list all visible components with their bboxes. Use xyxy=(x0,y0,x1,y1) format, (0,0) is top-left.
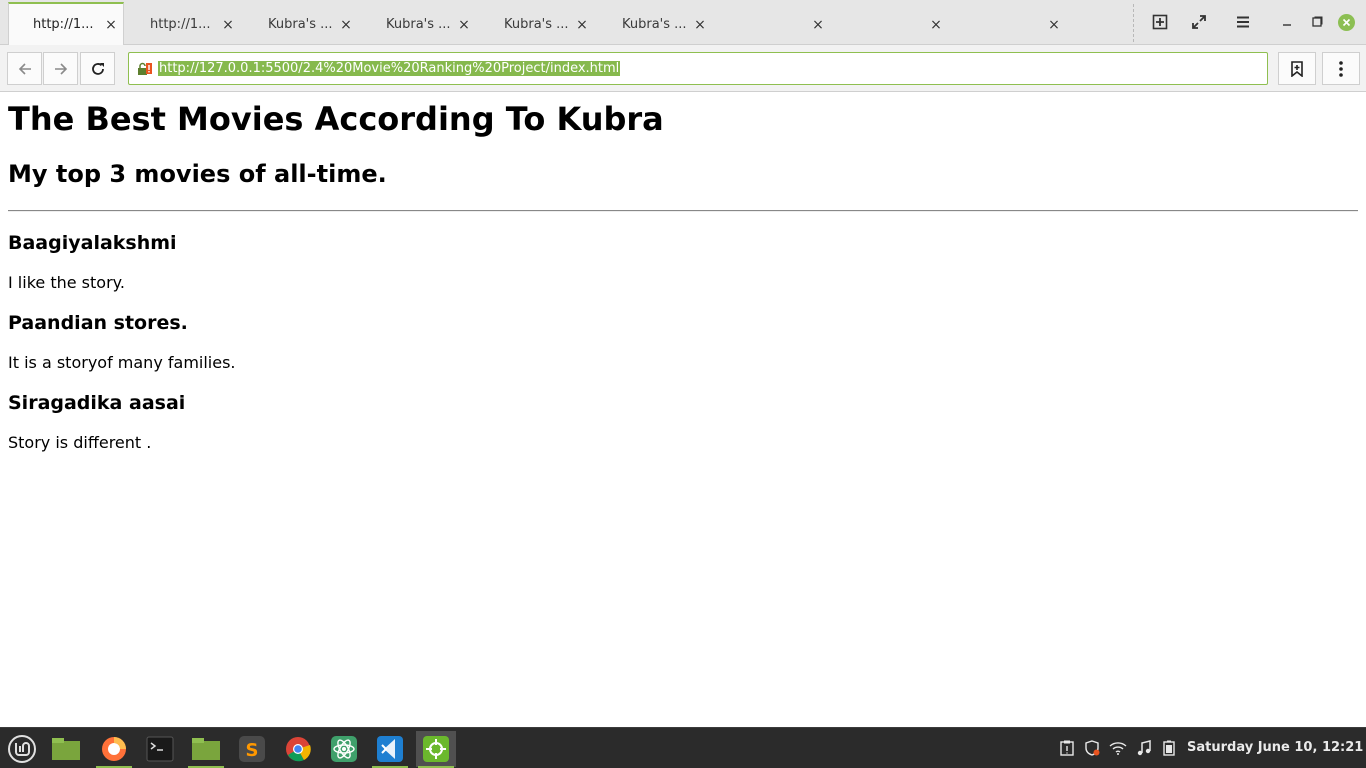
forward-button[interactable] xyxy=(43,52,78,85)
svg-text:S: S xyxy=(246,740,259,761)
bookmark-button[interactable] xyxy=(1278,52,1316,85)
tab-8[interactable]: × xyxy=(834,4,950,45)
reload-icon xyxy=(91,62,104,75)
tab-close-icon[interactable]: × xyxy=(456,17,472,33)
tab-close-icon[interactable]: × xyxy=(103,17,119,33)
navigation-bar: http://127.0.0.1:5500/2.4%20Movie%20Rank… xyxy=(0,45,1366,92)
music-icon[interactable] xyxy=(1135,739,1153,757)
tab-close-icon[interactable]: × xyxy=(692,17,708,33)
sublime-text-icon[interactable]: S xyxy=(232,731,272,767)
movie-title: Paandian stores. xyxy=(8,312,188,334)
movie-title: Siragadika aasai xyxy=(8,392,186,414)
tab-title: http://1... xyxy=(33,17,94,32)
movie-title: Baagiyalakshmi xyxy=(8,232,177,254)
firefox-icon[interactable] xyxy=(94,731,134,768)
new-tab-icon[interactable] xyxy=(1150,12,1170,32)
tab-title: Kubra's ... xyxy=(504,17,569,32)
clock[interactable]: Saturday June 10, 12:21 AM xyxy=(1187,740,1366,755)
atom-icon[interactable] xyxy=(324,731,364,767)
tab-5[interactable]: Kubra's ... × xyxy=(480,4,596,45)
hamburger-menu-icon[interactable] xyxy=(1233,12,1253,32)
movie-description: I like the story. xyxy=(8,273,125,292)
tab-close-icon[interactable]: × xyxy=(574,17,590,33)
minimize-icon[interactable] xyxy=(1277,12,1297,32)
movie-item: Siragadika aasai Story is different . xyxy=(8,392,1358,452)
movie-description: Story is different . xyxy=(8,433,152,452)
kebab-menu-icon xyxy=(1339,60,1343,77)
terminal-icon[interactable] xyxy=(140,731,180,767)
browser-app-icon[interactable] xyxy=(416,731,456,768)
back-arrow-icon xyxy=(18,62,31,75)
page-content: The Best Movies According To Kubra My to… xyxy=(8,92,1358,452)
show-desktop-icon[interactable] xyxy=(46,731,86,767)
forward-arrow-icon xyxy=(54,62,67,75)
tab-close-icon[interactable]: × xyxy=(928,17,944,33)
tab-6[interactable]: Kubra's ... × xyxy=(598,4,714,45)
battery-icon[interactable] xyxy=(1160,739,1178,757)
chrome-icon[interactable] xyxy=(278,731,318,767)
tab-7[interactable]: × xyxy=(716,4,832,45)
tab-close-icon[interactable]: × xyxy=(1046,17,1062,33)
overflow-menu-button[interactable] xyxy=(1322,52,1360,85)
vscode-icon[interactable] xyxy=(370,731,410,768)
tab-close-icon[interactable]: × xyxy=(338,17,354,33)
page-title: The Best Movies According To Kubra xyxy=(8,100,664,138)
reload-button[interactable] xyxy=(80,52,115,85)
tab-close-icon[interactable]: × xyxy=(810,17,826,33)
tab-divider xyxy=(1133,4,1134,42)
shield-icon[interactable] xyxy=(1083,739,1101,757)
tab-close-icon[interactable]: × xyxy=(220,17,236,33)
wifi-icon[interactable] xyxy=(1109,739,1127,757)
back-button[interactable] xyxy=(7,52,42,85)
clipboard-icon[interactable] xyxy=(1058,739,1076,757)
movie-description: It is a storyof many families. xyxy=(8,353,236,372)
tab-title: Kubra's ... xyxy=(386,17,451,32)
taskbar: S Saturday June 10, 12:21 AM xyxy=(0,727,1366,768)
tab-4[interactable]: Kubra's ... × xyxy=(362,4,478,45)
address-bar[interactable]: http://127.0.0.1:5500/2.4%20Movie%20Rank… xyxy=(128,52,1268,85)
files-icon[interactable] xyxy=(186,731,226,768)
tab-9[interactable]: × xyxy=(952,4,1068,45)
divider xyxy=(8,210,1358,212)
movie-item: Paandian stores. It is a storyof many fa… xyxy=(8,312,1358,372)
movie-item: Baagiyalakshmi I like the story. xyxy=(8,232,1358,292)
maximize-icon[interactable] xyxy=(1307,12,1327,32)
fullscreen-icon[interactable] xyxy=(1189,12,1209,32)
tab-title: http://1... xyxy=(150,17,211,32)
insecure-connection-icon xyxy=(138,62,152,75)
tab-3[interactable]: Kubra's ... × xyxy=(244,4,360,45)
url-text[interactable]: http://127.0.0.1:5500/2.4%20Movie%20Rank… xyxy=(158,61,621,76)
tab-title: Kubra's ... xyxy=(622,17,687,32)
tab-strip: http://1... × http://1... × Kubra's ... … xyxy=(0,0,1366,45)
close-window-icon[interactable] xyxy=(1338,14,1355,31)
page-subtitle: My top 3 movies of all-time. xyxy=(8,160,387,188)
tab-title: Kubra's ... xyxy=(268,17,333,32)
tab-2[interactable]: http://1... × xyxy=(126,4,242,45)
tab-1[interactable]: http://1... × xyxy=(8,2,124,45)
mint-menu-icon[interactable] xyxy=(2,731,42,767)
bookmark-icon xyxy=(1291,60,1303,77)
